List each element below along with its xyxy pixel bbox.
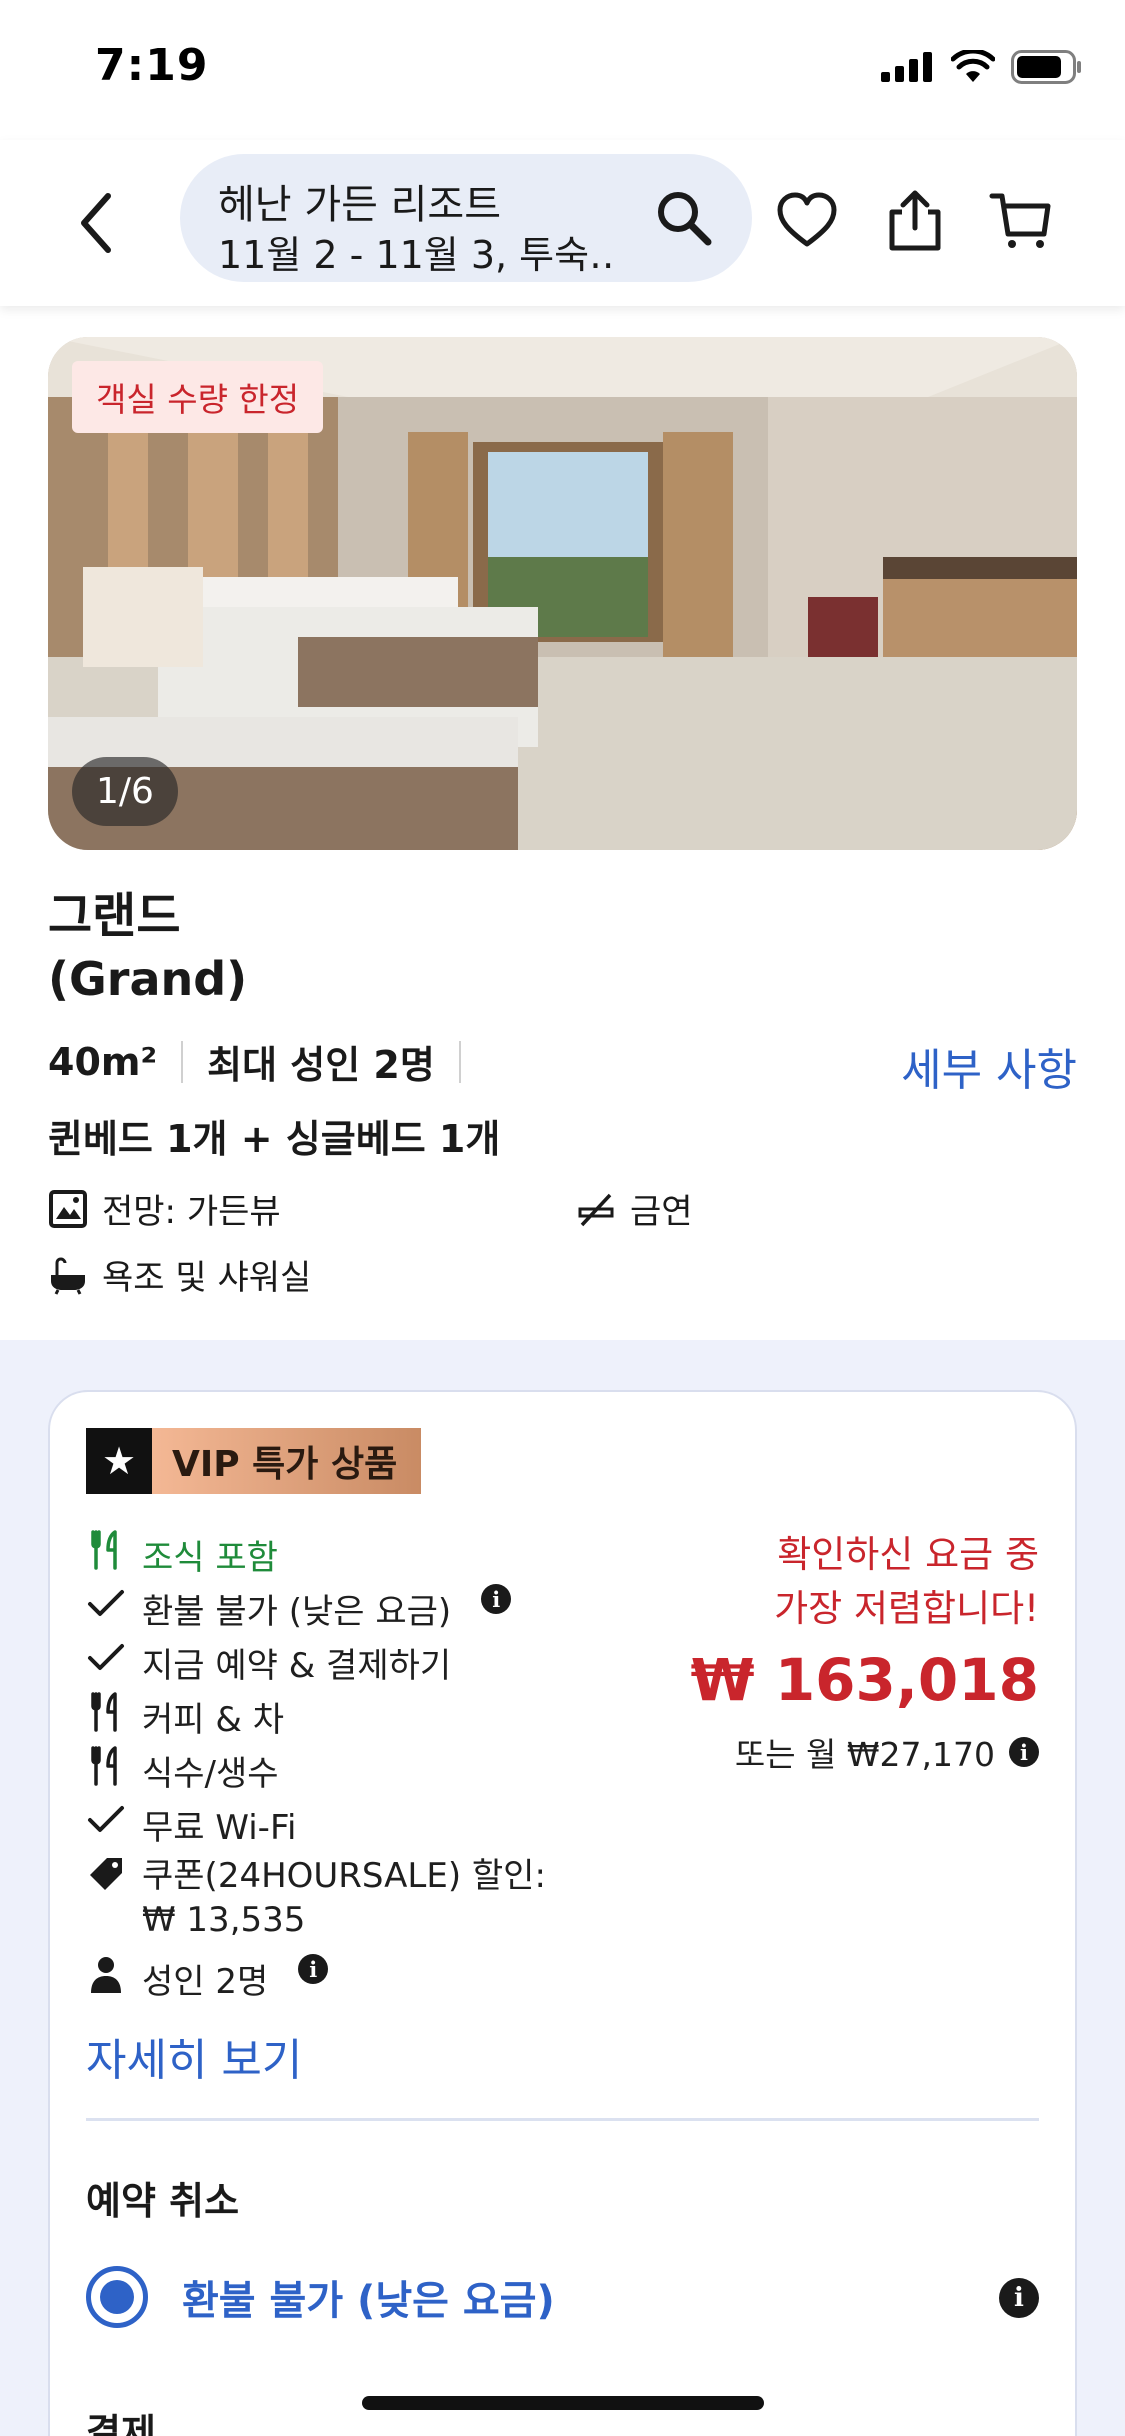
cancellation-heading: 예약 취소	[86, 2179, 240, 2223]
feature-free-wifi-label: 무료 Wi-Fi	[142, 1808, 297, 1848]
top-nav-header: 헤난 가든 리조트 11월 2 - 11월 3, 투숙…	[0, 140, 1125, 306]
room-name-english: (Grand)	[48, 952, 248, 1006]
status-bar: 7:19	[0, 0, 1125, 140]
cancellation-option-label: 환불 불가 (낮은 요금)	[182, 2278, 555, 2324]
room-size: 40m²	[48, 1039, 158, 1084]
feature-breakfast-label: 조식 포함	[142, 1538, 278, 1578]
bathtub-icon	[51, 1256, 85, 1295]
feature-pay-now: 지금 예약 & 결제하기	[86, 1638, 451, 1687]
no-smoking-icon	[578, 1193, 614, 1226]
cellular-signal-icon	[881, 52, 932, 82]
share-icon[interactable]	[882, 188, 948, 254]
room-photo-carousel[interactable]: 객실 수량 한정 1/6	[48, 337, 1077, 850]
back-button[interactable]	[72, 188, 122, 258]
lowest-price-note-line2: 가장 저렴합니다!	[774, 1587, 1039, 1630]
total-price: ₩ 163,018	[690, 1646, 1039, 1714]
utensils-icon	[91, 1746, 117, 1786]
amenity-bath: 욕조 및 샤워실	[48, 1250, 311, 1299]
check-icon	[88, 1806, 124, 1832]
cancellation-option-non-refundable[interactable]: 환불 불가 (낮은 요금) i	[86, 2262, 1039, 2332]
feature-non-refundable-label: 환불 불가 (낮은 요금)	[142, 1592, 452, 1632]
photo-counter: 1/6	[72, 757, 178, 826]
feature-coupon-label: 쿠폰(24HOURSALE) 할인: ₩ 13,535	[142, 1854, 546, 1942]
search-summary-pill[interactable]: 헤난 가든 리조트 11월 2 - 11월 3, 투숙…	[180, 154, 752, 282]
limited-availability-badge: 객실 수량 한정	[72, 361, 324, 433]
check-icon	[88, 1644, 124, 1670]
stay-dates: 11월 2 - 11월 3, 투숙…	[218, 233, 618, 277]
battery-icon	[1011, 50, 1081, 84]
info-icon[interactable]: i	[1009, 1737, 1039, 1767]
feature-coupon-discount: 쿠폰(24HOURSALE) 할인: ₩ 13,535	[86, 1854, 546, 1942]
check-icon	[88, 1590, 124, 1616]
coupon-code-text: 쿠폰(24HOURSALE) 할인:	[142, 1856, 546, 1896]
feature-breakfast: 조식 포함	[86, 1530, 278, 1579]
person-icon	[91, 1957, 121, 1993]
room-details-link[interactable]: 세부 사항	[901, 1034, 1077, 1098]
wifi-icon	[951, 50, 995, 82]
feature-drinking-water-label: 식수/생수	[142, 1754, 279, 1794]
feature-non-refundable: 환불 불가 (낮은 요금) i	[86, 1584, 512, 1633]
monthly-price: 또는 월 ₩27,170	[734, 1735, 995, 1774]
amenity-non-smoking-label: 금연	[630, 1192, 693, 1232]
cart-icon[interactable]	[988, 188, 1054, 254]
feature-coffee-tea: 커피 & 차	[86, 1692, 284, 1741]
radio-button-selected[interactable]	[86, 2266, 148, 2328]
feature-drinking-water: 식수/생수	[86, 1746, 279, 1795]
radio-dot	[100, 2280, 134, 2314]
home-indicator	[362, 2396, 764, 2410]
tag-icon	[90, 1858, 122, 1890]
feature-free-wifi: 무료 Wi-Fi	[86, 1800, 296, 1849]
amenity-view-label: 전망: 가든뷰	[102, 1192, 281, 1232]
info-icon[interactable]: i	[999, 2278, 1039, 2318]
bed-configuration: 퀸베드 1개 + 싱글베드 1개	[48, 1117, 501, 1161]
status-icons	[881, 50, 1083, 84]
feature-adults: 성인 2명 i	[86, 1954, 329, 2003]
status-time: 7:19	[95, 40, 209, 91]
rate-offer-card: ★ VIP 특가 상품 조식 포함 환불 불가 (낮은 요금) i 지금 예약 …	[48, 1390, 1077, 2436]
room-name: 그랜드	[48, 888, 181, 944]
payment-heading: 결제	[86, 2411, 156, 2436]
hotel-name: 헤난 가든 리조트	[218, 182, 502, 228]
search-icon[interactable]	[652, 186, 716, 250]
amenity-view: 전망: 가든뷰	[48, 1184, 281, 1233]
vip-deal-badge: ★ VIP 특가 상품	[86, 1428, 422, 1494]
view-icon	[49, 1189, 87, 1228]
meta-divider	[181, 1040, 184, 1083]
lowest-price-note: 확인하신 요금 중 가장 저렴합니다!	[774, 1528, 1039, 1636]
meta-divider	[458, 1040, 461, 1083]
see-more-link[interactable]: 자세히 보기	[86, 2024, 302, 2088]
room-meta: 40m² 최대 성인 2명	[48, 1034, 485, 1089]
feature-coffee-tea-label: 커피 & 차	[142, 1700, 284, 1740]
vip-deal-label: VIP 특가 상품	[152, 1428, 422, 1494]
amenity-non-smoking: 금연	[576, 1184, 693, 1233]
info-icon[interactable]: i	[481, 1584, 512, 1614]
room-capacity: 최대 성인 2명	[207, 1043, 435, 1087]
lowest-price-note-line1: 확인하신 요금 중	[777, 1533, 1039, 1576]
feature-pay-now-label: 지금 예약 & 결제하기	[142, 1646, 452, 1686]
feature-adults-label: 성인 2명	[142, 1962, 269, 2002]
card-divider	[86, 2118, 1039, 2121]
info-icon[interactable]: i	[298, 1954, 329, 1984]
star-icon: ★	[86, 1428, 152, 1494]
utensils-icon	[91, 1692, 117, 1732]
chevron-left-icon	[81, 193, 111, 253]
amenity-bath-label: 욕조 및 샤워실	[102, 1258, 312, 1298]
coupon-amount: ₩ 13,535	[142, 1900, 306, 1940]
utensils-icon	[91, 1530, 117, 1570]
monthly-installment: 또는 월 ₩27,170 i	[735, 1728, 1039, 1776]
heart-icon[interactable]	[774, 188, 840, 254]
